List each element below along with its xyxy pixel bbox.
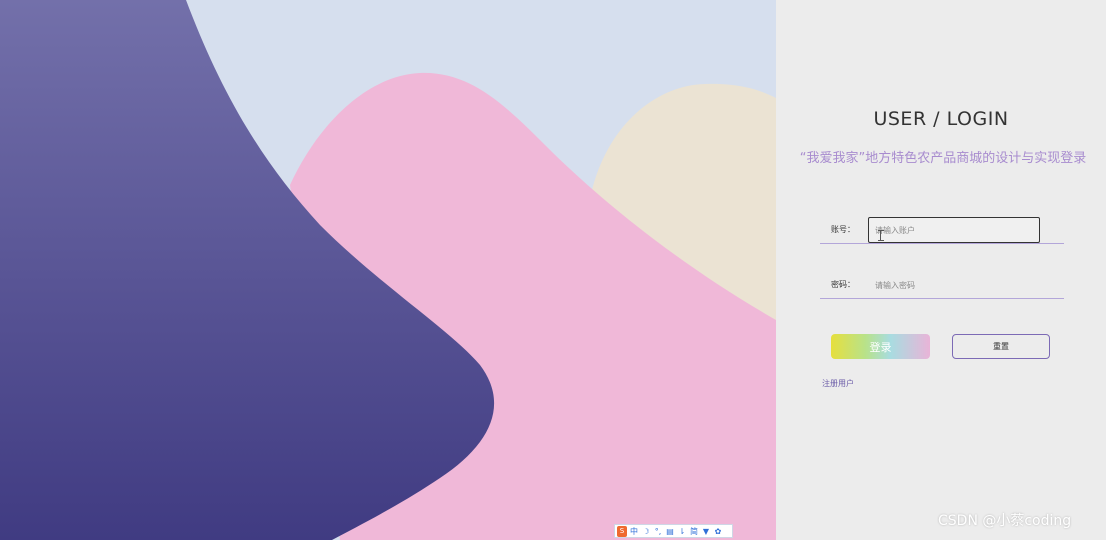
register-link[interactable]: 注册用户 [822,378,854,389]
login-page: USER / LOGIN “我爱我家”地方特色农产品商城的设计与实现登录 账号：… [0,0,1106,540]
ime-mic-icon[interactable]: ⇂ [677,526,687,537]
background-illustration [0,0,776,540]
ime-toolbar: S 中 ☽ °, ▤ ⇂ 简 ▼ ✿ [614,524,733,538]
reset-button[interactable]: 重置 [952,334,1050,359]
login-button[interactable]: 登录 [831,334,930,359]
password-label: 密码： [831,280,855,289]
ime-skin-icon[interactable]: ▼ [701,526,711,537]
login-title: USER / LOGIN [873,108,1009,130]
login-panel: USER / LOGIN “我爱我家”地方特色农产品商城的设计与实现登录 账号：… [776,0,1106,540]
ime-logo-icon[interactable]: S [617,525,627,537]
system-title: “我爱我家”地方特色农产品商城的设计与实现登录 [799,151,1087,166]
ime-settings-icon[interactable]: ✿ [713,526,723,537]
decorative-background [0,0,776,540]
account-row: 账号： [820,217,1064,244]
ime-keyboard-icon[interactable]: ▤ [665,526,675,537]
password-row: 密码： [820,272,1064,299]
ime-punctuation-icon[interactable]: °, [653,526,663,537]
ime-moon-icon[interactable]: ☽ [641,526,651,537]
ime-simplified-mode[interactable]: 简 [689,526,699,537]
ime-chinese-mode[interactable]: 中 [629,526,639,537]
account-label: 账号： [831,225,855,234]
account-input[interactable] [868,217,1040,243]
password-input[interactable] [868,272,1040,298]
watermark: CSDN @小蔡coding [938,513,1072,529]
